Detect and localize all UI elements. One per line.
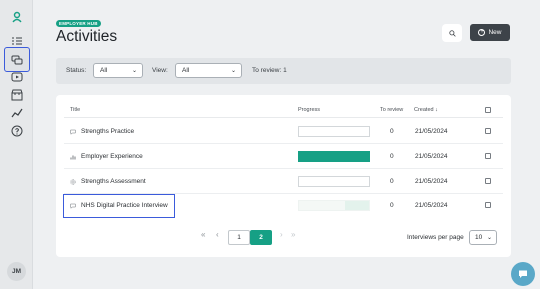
status-filter-label: Status: xyxy=(66,67,87,74)
chat-support-button[interactable] xyxy=(511,262,535,286)
per-page-select[interactable]: 10 ⌄ xyxy=(469,230,497,245)
row-created: 21/05/2024 xyxy=(415,128,448,135)
table-row[interactable]: Employer Experience 0 21/05/2024 xyxy=(64,144,503,169)
row-title[interactable]: Strengths Practice xyxy=(81,128,134,135)
activities-table: Title Progress To review Created ↓ Stren… xyxy=(56,95,511,257)
page-title: Activities xyxy=(56,28,118,45)
row-to-review: 0 xyxy=(390,202,394,209)
logo-person-icon[interactable] xyxy=(6,6,28,28)
gear-icon xyxy=(70,178,76,185)
per-page-value: 10 xyxy=(475,234,483,241)
row-created: 21/05/2024 xyxy=(415,178,448,185)
progress-bar xyxy=(298,176,370,187)
prev-page-button[interactable]: ‹ xyxy=(216,230,219,239)
view-select[interactable]: All ⌄ xyxy=(175,63,242,78)
column-header-to-review[interactable]: To review xyxy=(380,107,403,113)
column-header-progress[interactable]: Progress xyxy=(298,107,320,113)
avatar[interactable]: JM xyxy=(7,262,26,281)
first-page-button[interactable]: « xyxy=(201,230,205,239)
row-checkbox[interactable] xyxy=(485,153,491,159)
row-created: 21/05/2024 xyxy=(415,153,448,160)
view-select-value: All xyxy=(182,67,190,74)
search-icon xyxy=(448,29,456,37)
view-filter-label: View: xyxy=(152,67,168,74)
chevron-down-icon: ⌄ xyxy=(230,68,236,74)
to-review-count: To review: 1 xyxy=(252,67,287,74)
search-button[interactable] xyxy=(442,24,462,42)
row-title[interactable]: Employer Experience xyxy=(81,153,143,160)
row-title-cell: Strengths Practice xyxy=(70,128,134,135)
chat-icon xyxy=(519,270,527,278)
row-to-review: 0 xyxy=(390,128,394,135)
row-to-review: 0 xyxy=(390,153,394,160)
row-title-cell: Employer Experience xyxy=(70,153,143,160)
employer-hub-badge: EMPLOYER HUB xyxy=(56,20,101,27)
chat-icon xyxy=(70,129,76,135)
chevron-down-icon: ⌄ xyxy=(131,68,137,74)
filter-bar: Status: All ⌄ View: All ⌄ To review: 1 xyxy=(56,58,511,84)
page-button-1[interactable]: 1 xyxy=(228,230,250,245)
row-created: 21/05/2024 xyxy=(415,202,448,209)
row-title-cell: Strengths Assessment xyxy=(70,178,146,185)
progress-fill xyxy=(299,152,369,161)
row-to-review: 0 xyxy=(390,178,394,185)
row-checkbox[interactable] xyxy=(485,128,491,134)
row-checkbox[interactable] xyxy=(485,178,491,184)
progress-bar xyxy=(298,126,370,137)
next-page-button[interactable]: › xyxy=(280,230,283,239)
status-select[interactable]: All ⌄ xyxy=(93,63,143,78)
sidebar: JM xyxy=(0,0,33,289)
new-button-label: New xyxy=(488,29,502,36)
select-all-checkbox[interactable] xyxy=(485,107,491,113)
bar-chart-icon xyxy=(70,155,76,159)
table-row[interactable]: Strengths Assessment 0 21/05/2024 xyxy=(64,169,503,194)
plus-circle-icon: + xyxy=(478,29,486,36)
help-icon[interactable] xyxy=(6,120,28,142)
per-page-label: Interviews per page xyxy=(407,234,464,241)
chevron-down-icon: ⌄ xyxy=(486,235,492,241)
last-page-button[interactable]: » xyxy=(291,230,295,239)
row-title[interactable]: Strengths Assessment xyxy=(81,178,146,185)
column-header-created[interactable]: Created ↓ xyxy=(414,107,438,113)
column-header-title[interactable]: Title xyxy=(70,107,80,113)
header-divider xyxy=(64,117,503,118)
progress-bar xyxy=(298,151,370,162)
status-select-value: All xyxy=(100,67,108,74)
progress-bar xyxy=(298,200,370,211)
row-checkbox[interactable] xyxy=(485,202,491,208)
selected-row-highlight xyxy=(63,194,175,218)
new-button[interactable]: + New xyxy=(470,24,510,41)
progress-fill xyxy=(344,201,369,210)
table-row[interactable]: Strengths Practice 0 21/05/2024 xyxy=(64,119,503,144)
page-button-2[interactable]: 2 xyxy=(250,230,272,245)
